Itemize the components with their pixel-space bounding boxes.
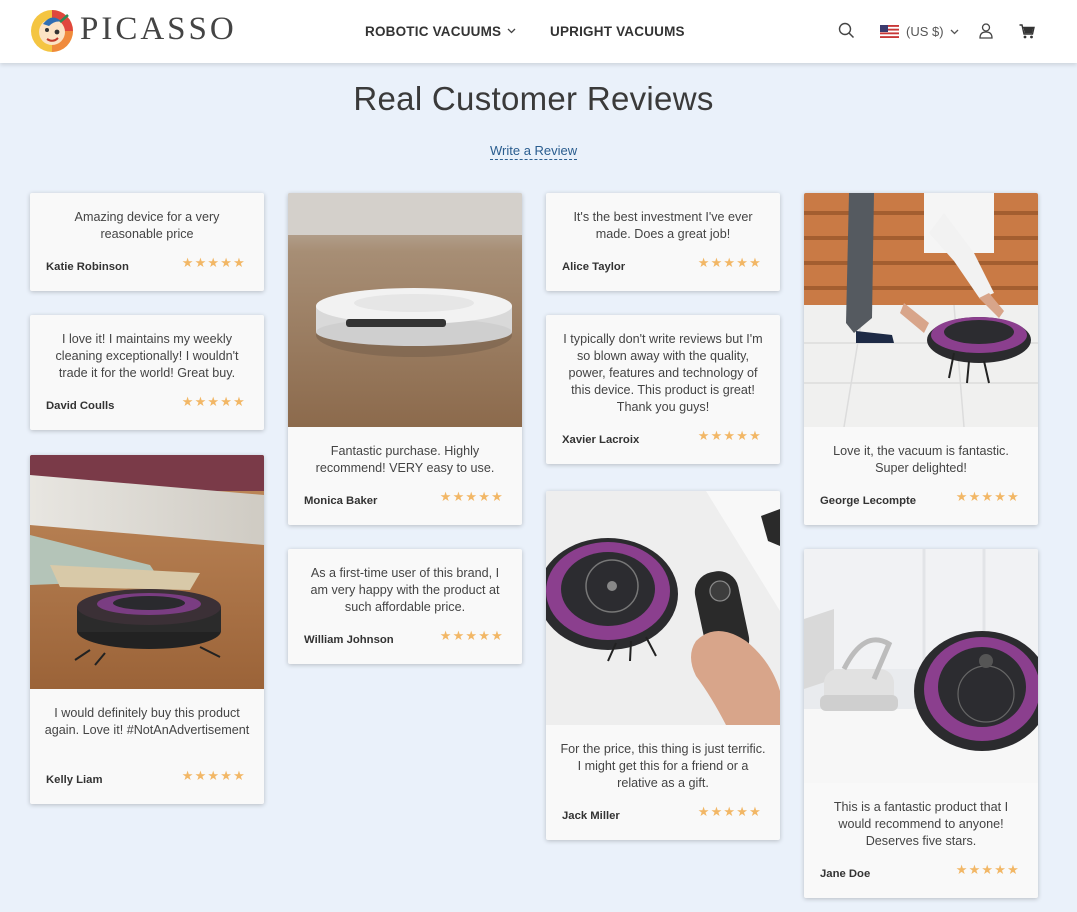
rating-stars: ★★★★★ <box>697 256 762 271</box>
nav-robotic-label: ROBOTIC VACUUMS <box>365 24 502 39</box>
reviewer-name: David Coulls <box>46 400 115 412</box>
us-flag-icon <box>880 25 899 38</box>
cart-icon[interactable] <box>1019 24 1035 39</box>
review-photo <box>546 491 780 725</box>
review-card: I typically don't write reviews but I'm … <box>546 315 780 464</box>
write-review-link[interactable]: Write a Review <box>490 143 578 160</box>
review-card: This is a fantastic product that I would… <box>804 549 1038 898</box>
review-text: Love it, the vacuum is fantastic. Super … <box>833 444 1009 475</box>
review-card: Fantastic purchase. Highly recommend! VE… <box>288 193 522 525</box>
currency-selector[interactable]: (US $) <box>880 24 959 39</box>
rating-stars: ★★★★★ <box>697 805 762 820</box>
currency-label: (US $) <box>906 24 944 39</box>
brand-logo[interactable]: PICASSO <box>29 8 234 54</box>
rating-stars: ★★★★★ <box>955 863 1020 878</box>
review-photo <box>804 193 1038 427</box>
rating-stars: ★★★★★ <box>439 490 504 505</box>
review-text: I would definitely buy this product agai… <box>44 706 250 737</box>
review-text: This is a fantastic product that I would… <box>833 800 1009 848</box>
nav-upright-vacuums[interactable]: UPRIGHT VACUUMS <box>550 24 685 39</box>
reviewer-name: Alice Taylor <box>562 261 626 273</box>
review-text: Amazing device for a very reasonable pri… <box>74 210 220 241</box>
review-card: I would definitely buy this product agai… <box>30 455 264 804</box>
review-text: For the price, this thing is just terrif… <box>560 742 766 790</box>
review-text: Fantastic purchase. Highly recommend! VE… <box>315 444 495 475</box>
rating-stars: ★★★★★ <box>439 629 504 644</box>
reviewer-name: Xavier Lacroix <box>562 434 640 446</box>
rating-stars: ★★★★★ <box>697 429 762 444</box>
user-icon[interactable] <box>979 23 993 39</box>
reviewer-name: Jack Miller <box>562 810 620 822</box>
site-header: PICASSO ROBOTIC VACUUMS UPRIGHT VACUUMS … <box>0 0 1077 63</box>
logo-icon <box>31 10 73 52</box>
review-card: Love it, the vacuum is fantastic. Super … <box>804 193 1038 525</box>
review-photo <box>30 455 264 689</box>
page-title: Real Customer Reviews <box>353 80 714 117</box>
reviewer-name: Katie Robinson <box>46 261 129 273</box>
review-card: I love it! I maintains my weekly cleanin… <box>30 315 264 430</box>
review-card: For the price, this thing is just terrif… <box>546 491 780 840</box>
reviewer-name: George Lecompte <box>820 495 917 507</box>
nav-upright-label: UPRIGHT VACUUMS <box>550 24 685 39</box>
review-text: As a first-time user of this brand, I am… <box>310 566 500 614</box>
reviewer-name: Jane Doe <box>820 868 871 880</box>
review-photo <box>288 193 522 427</box>
rating-stars: ★★★★★ <box>181 769 246 784</box>
review-card: It's the best investment I've ever made.… <box>546 193 780 291</box>
brand-name: PICASSO <box>80 11 237 47</box>
review-text: I love it! I maintains my weekly cleanin… <box>55 332 239 380</box>
rating-stars: ★★★★★ <box>955 490 1020 505</box>
chevron-down-icon <box>507 28 516 34</box>
reviewer-name: Kelly Liam <box>46 774 103 786</box>
search-icon[interactable] <box>838 22 855 39</box>
rating-stars: ★★★★★ <box>181 256 246 271</box>
review-text: It's the best investment I've ever made.… <box>573 210 753 241</box>
reviewer-name: William Johnson <box>304 634 394 646</box>
review-text: I typically don't write reviews but I'm … <box>563 332 763 414</box>
nav-robotic-vacuums[interactable]: ROBOTIC VACUUMS <box>365 24 516 39</box>
review-photo <box>804 549 1038 783</box>
reviewer-name: Monica Baker <box>304 495 378 507</box>
chevron-down-icon <box>950 29 959 34</box>
rating-stars: ★★★★★ <box>181 395 246 410</box>
review-card: As a first-time user of this brand, I am… <box>288 549 522 664</box>
review-card: Amazing device for a very reasonable pri… <box>30 193 264 291</box>
